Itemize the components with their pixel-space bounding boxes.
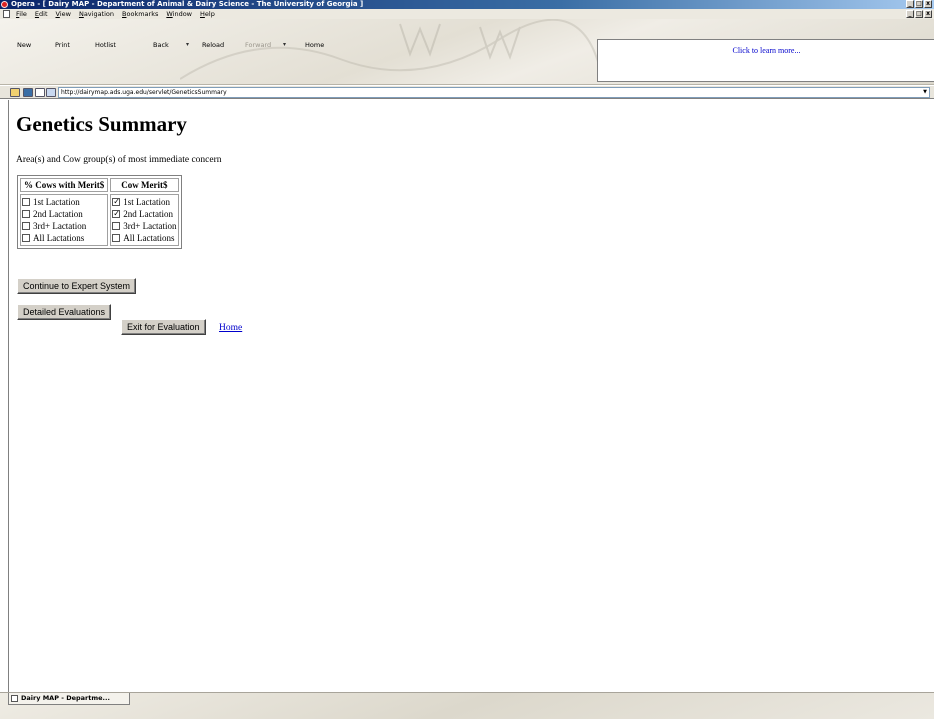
checkbox-checked[interactable]: ✓ xyxy=(112,198,121,206)
checkbox-label: All Lactations xyxy=(123,233,175,243)
menu-help[interactable]: Help xyxy=(200,9,215,19)
page-title: Genetics Summary xyxy=(16,112,187,136)
window-title-bar[interactable]: Opera - [ Dairy MAP - Department of Anim… xyxy=(0,0,934,9)
checkbox[interactable] xyxy=(112,222,121,230)
checkbox-label: 1st Lactation xyxy=(123,197,170,207)
home-button[interactable]: Home xyxy=(305,41,324,49)
forward-button[interactable]: Forward xyxy=(245,41,271,49)
menu-bookmarks[interactable]: Bookmarks xyxy=(122,9,158,19)
checkbox-label: 3rd+ Lactation xyxy=(123,221,177,231)
menu-view[interactable]: View xyxy=(56,9,71,19)
print-button[interactable]: Print xyxy=(55,41,70,49)
pct-cows-merit-header: % Cows with Merit$ xyxy=(20,178,109,192)
maximize-icon[interactable]: □ xyxy=(915,0,923,8)
doc-close-icon[interactable]: x xyxy=(924,10,932,18)
document-icon xyxy=(11,695,18,702)
home-link[interactable]: Home xyxy=(219,323,242,333)
forward-dropdown-icon[interactable]: ▾ xyxy=(283,41,286,48)
toolbar-background-swoosh-icon xyxy=(180,19,600,80)
security-lock-icon[interactable] xyxy=(10,88,20,97)
checkbox-label: 2nd Lactation xyxy=(33,209,83,219)
back-dropdown-icon[interactable]: ▾ xyxy=(186,41,189,48)
document-page-icon[interactable] xyxy=(35,88,45,97)
concern-table: % Cows with Merit$ Cow Merit$ 1st Lactat… xyxy=(17,175,182,249)
checkbox[interactable] xyxy=(112,234,121,242)
ad-learn-more-link[interactable]: Click to learn more... xyxy=(598,46,934,55)
menu-window[interactable]: Window xyxy=(166,9,192,19)
checkbox-label: All Lactations xyxy=(33,233,85,243)
pct-cows-merit-column: 1st Lactation 2nd Lactation 3rd+ Lactati… xyxy=(20,194,109,246)
checkbox[interactable] xyxy=(22,210,30,218)
page-info-icon[interactable] xyxy=(23,88,33,97)
window-title: Opera - [ Dairy MAP - Department of Anim… xyxy=(11,0,364,8)
url-dropdown-icon[interactable]: ▼ xyxy=(921,88,929,97)
checkbox[interactable] xyxy=(22,234,30,242)
url-input[interactable]: http://dairymap.ads.uga.edu/servlet/Gene… xyxy=(58,87,930,98)
opera-logo-icon xyxy=(1,1,8,8)
back-button[interactable]: Back xyxy=(153,41,169,49)
checkbox[interactable] xyxy=(22,198,30,206)
merit-2nd-lactation-option[interactable]: ✓ 2nd Lactation xyxy=(112,208,176,220)
exit-for-evaluation-button[interactable]: Exit for Evaluation xyxy=(121,319,206,335)
page-tab-label: Dairy MAP - Departme... xyxy=(21,694,110,702)
minimize-icon[interactable]: _ xyxy=(906,0,914,8)
browser-toolbar: New Print Hotlist Back ▾ Reload Forward … xyxy=(0,19,934,85)
reload-button[interactable]: Reload xyxy=(202,41,224,49)
checkbox-checked[interactable]: ✓ xyxy=(112,210,121,218)
menu-edit[interactable]: Edit xyxy=(35,9,48,19)
pct-1st-lactation-option[interactable]: 1st Lactation xyxy=(22,196,106,208)
merit-3rd-lactation-option[interactable]: 3rd+ Lactation xyxy=(112,220,177,232)
page-content: Genetics Summary Area(s) and Cow group(s… xyxy=(8,100,934,692)
menu-navigation[interactable]: Navigation xyxy=(79,9,114,19)
url-text: http://dairymap.ads.uga.edu/servlet/Gene… xyxy=(61,89,227,96)
page-tab[interactable]: Dairy MAP - Departme... xyxy=(8,693,130,705)
doc-maximize-icon[interactable]: □ xyxy=(915,10,923,18)
continue-expert-system-button[interactable]: Continue to Expert System xyxy=(17,278,137,294)
ad-banner[interactable]: Click to learn more... xyxy=(597,39,934,82)
cow-merit-column: ✓ 1st Lactation ✓ 2nd Lactation 3rd+ Lac… xyxy=(110,194,179,246)
intro-text: Area(s) and Cow group(s) of most immedia… xyxy=(16,155,222,165)
document-icon[interactable] xyxy=(3,10,10,18)
menu-file[interactable]: File xyxy=(16,9,27,19)
checkbox-label: 1st Lactation xyxy=(33,197,80,207)
print-preview-icon[interactable] xyxy=(46,88,56,97)
cow-merit-header: Cow Merit$ xyxy=(110,178,179,192)
checkbox-label: 2nd Lactation xyxy=(123,209,173,219)
hotlist-button[interactable]: Hotlist xyxy=(95,41,116,49)
window-controls: _ □ x xyxy=(906,0,932,8)
close-icon[interactable]: x xyxy=(924,0,932,8)
menu-bar: File Edit View Navigation Bookmarks Wind… xyxy=(0,9,934,19)
pct-all-lactations-option[interactable]: All Lactations xyxy=(22,232,106,244)
checkbox-label: 3rd+ Lactation xyxy=(33,221,87,231)
document-window-controls: _ □ x xyxy=(906,10,932,18)
detailed-evaluations-button[interactable]: Detailed Evaluations xyxy=(17,304,112,320)
window-tab-bar: Dairy MAP - Departme... xyxy=(0,692,934,719)
pct-3rd-lactation-option[interactable]: 3rd+ Lactation xyxy=(22,220,106,232)
merit-all-lactations-option[interactable]: All Lactations xyxy=(112,232,176,244)
new-button[interactable]: New xyxy=(17,41,31,49)
pct-2nd-lactation-option[interactable]: 2nd Lactation xyxy=(22,208,106,220)
doc-minimize-icon[interactable]: _ xyxy=(906,10,914,18)
checkbox[interactable] xyxy=(22,222,30,230)
address-bar: http://dairymap.ads.uga.edu/servlet/Gene… xyxy=(0,86,934,99)
merit-1st-lactation-option[interactable]: ✓ 1st Lactation xyxy=(112,196,176,208)
